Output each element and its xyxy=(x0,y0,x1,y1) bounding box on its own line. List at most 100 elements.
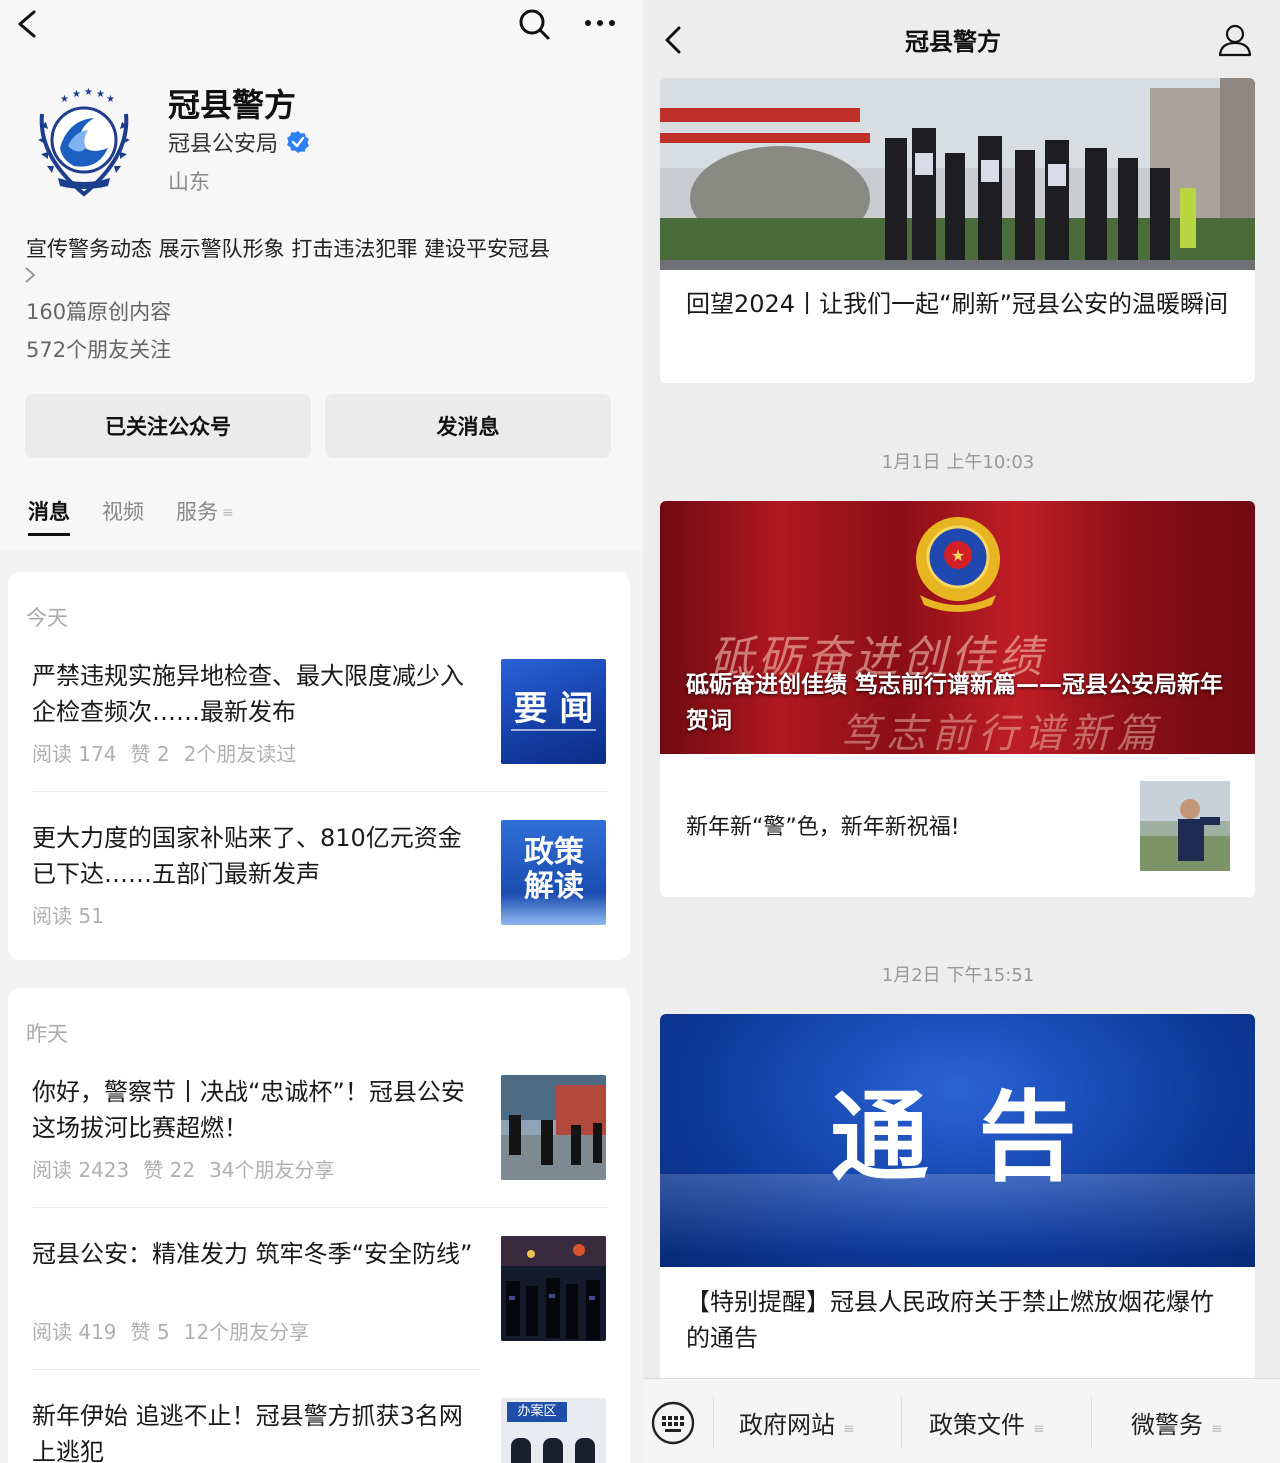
article-title: 严禁违规实施异地检查、最大限度减少入企检查频次……最新发布 xyxy=(32,662,464,726)
article-overlay-title: 砥砺奋进创佳绩 笃志前行谱新篇——冠县公安局新年贺词 xyxy=(686,672,1224,734)
account-owner-label: 冠县公安局 xyxy=(168,132,279,157)
article-title: 冠县公安：精准发力 筑牢冬季“安全防线” xyxy=(32,1240,473,1268)
article-divider xyxy=(32,791,608,792)
day-label-yesterday: 昨天 xyxy=(26,1022,68,1046)
sub-article-thumbnail xyxy=(1140,781,1230,871)
article-meta: 阅读 2423 赞 22 34个朋友分享 xyxy=(32,1154,349,1183)
article-title: 回望2024丨让我们一起“刷新”冠县公安的温暖瞬间 xyxy=(686,290,1228,318)
article-banner-image: 通 告 xyxy=(660,1014,1255,1267)
user-profile-icon[interactable] xyxy=(1217,22,1253,58)
article-title: 【特别提醒】冠县人民政府关于禁止燃放烟花爆竹的通告 xyxy=(686,1288,1214,1352)
account-menu-bar: 政府网站 ≡ 政策文件 ≡ 微警务 ≡ xyxy=(643,1378,1280,1463)
message-timestamp: 1月1日 上午10:03 xyxy=(881,452,1035,473)
tab-messages[interactable]: 消息 xyxy=(28,496,70,536)
tab-services[interactable]: 服务 ≡ xyxy=(176,496,234,536)
chevron-right-icon[interactable] xyxy=(22,264,38,286)
article-title: 更大力度的国家补贴来了、810亿元资金已下达……五部门最新发声 xyxy=(32,824,462,888)
account-owner[interactable]: 冠县公安局 xyxy=(168,126,310,158)
menu-label: 政府网站 xyxy=(739,1411,835,1439)
article-item[interactable]: 你好，警察节丨决战“忠诚杯”！冠县公安这场拔河比赛超燃！ 阅读 2423 赞 22… xyxy=(32,1074,608,1184)
thumbnail-text: 办案区 xyxy=(507,1402,567,1422)
menu-label: 微警务 xyxy=(1131,1411,1203,1439)
keyboard-icon[interactable] xyxy=(651,1401,695,1445)
send-message-button[interactable]: 发消息 xyxy=(325,394,611,458)
menu-lines-icon: ≡ xyxy=(1211,1421,1223,1437)
sub-article-title[interactable]: 新年新“警”色，新年新祝福! xyxy=(686,809,960,841)
police-emblem-icon: ★ xyxy=(916,517,1000,612)
menu-policy-documents[interactable]: 政策文件 ≡ xyxy=(929,1405,1045,1440)
like-count: 赞 22 xyxy=(143,1158,196,1182)
thumbnail-text: 政策解读 xyxy=(524,835,584,904)
article-thumbnail: 要 闻 xyxy=(501,659,606,764)
profile-nav-bar xyxy=(0,0,643,56)
friends-shared: 12个朋友分享 xyxy=(183,1320,310,1344)
menu-label: 政策文件 xyxy=(929,1411,1025,1439)
figure-shape xyxy=(511,1438,531,1463)
article-banner-image xyxy=(660,78,1255,270)
chat-title: 冠县警方 xyxy=(905,28,1001,56)
figure-shape xyxy=(575,1438,595,1463)
article-thumbnail xyxy=(501,1236,606,1341)
day-label-today: 今天 xyxy=(26,606,68,630)
friends-shared: 34个朋友分享 xyxy=(209,1158,335,1182)
svg-text:★: ★ xyxy=(96,89,105,100)
account-region: 山东 xyxy=(168,170,210,194)
yesterday-articles-card: 昨天 你好，警察节丨决战“忠诚杯”！冠县公安这场拔河比赛超燃！ 阅读 2423 赞… xyxy=(8,988,630,1463)
like-count: 赞 2 xyxy=(130,742,170,766)
friends-following-count[interactable]: 572个朋友关注 xyxy=(26,334,171,364)
svg-text:★: ★ xyxy=(72,89,81,100)
menu-divider xyxy=(713,1397,714,1449)
police-badge-logo: ★ ★ ★ ★ ★ xyxy=(38,87,130,197)
chat-panel: 冠县警方 回望2024丨让我们一起“刷新”冠县公安的温暖瞬间 1月1日 上午10… xyxy=(643,0,1280,1463)
svg-text:★: ★ xyxy=(951,546,965,565)
more-options-icon[interactable] xyxy=(580,8,620,38)
message-timestamp: 1月2日 下午15:51 xyxy=(881,965,1035,986)
svg-text:★: ★ xyxy=(84,87,93,98)
account-name: 冠县警方 xyxy=(168,86,297,124)
article-item[interactable]: 严禁违规实施异地检查、最大限度减少入企检查频次……最新发布 阅读 174 赞 2 2… xyxy=(32,658,608,768)
read-count: 阅读 174 xyxy=(32,742,117,766)
article-card[interactable]: ★ 砥砺奋进创佳绩 笃志前行谱新篇 砥砺奋进创佳绩 笃志前行谱新篇——冠县公安局… xyxy=(660,501,1255,897)
figure-shape xyxy=(543,1438,563,1463)
menu-lines-icon: ≡ xyxy=(1033,1421,1045,1437)
article-meta: 阅读 174 赞 2 2个朋友读过 xyxy=(32,738,310,767)
tab-messages-label: 消息 xyxy=(28,500,70,524)
friends-read: 2个朋友读过 xyxy=(183,742,297,766)
svg-text:★: ★ xyxy=(60,94,69,105)
article-meta: 阅读 419 赞 5 12个朋友分享 xyxy=(32,1316,323,1345)
thumbnail-underline xyxy=(511,729,596,731)
menu-gov-website[interactable]: 政府网站 ≡ xyxy=(739,1405,855,1440)
back-arrow-icon[interactable] xyxy=(12,6,42,42)
like-count: 赞 5 xyxy=(130,1320,170,1344)
menu-divider xyxy=(901,1397,902,1449)
article-item[interactable]: 更大力度的国家补贴来了、810亿元资金已下达……五部门最新发声 阅读 51 政策… xyxy=(32,820,608,930)
account-profile-panel: ★ ★ ★ ★ ★ 冠县警方 冠县公安局 山东 宣传警务动态 展示警队形象 打击违法犯罪… xyxy=(0,0,643,1463)
article-card[interactable]: 回望2024丨让我们一起“刷新”冠县公安的温暖瞬间 xyxy=(660,78,1255,383)
thumbnail-text: 要 闻 xyxy=(513,689,594,729)
menu-lines-icon: ≡ xyxy=(222,505,234,521)
menu-micro-police[interactable]: 微警务 ≡ xyxy=(1131,1405,1223,1440)
tab-services-label: 服务 xyxy=(176,500,218,524)
tab-videos-label: 视频 xyxy=(102,500,144,524)
account-description[interactable]: 宣传警务动态 展示警队形象 打击违法犯罪 建设平安冠县 xyxy=(26,234,626,264)
article-item[interactable]: 新年伊始 追逃不止！冠县警方抓获3名网上逃犯 办案区 xyxy=(32,1398,608,1463)
article-divider xyxy=(32,1369,480,1370)
article-title: 新年伊始 追逃不止！冠县警方抓获3名网上逃犯 xyxy=(32,1402,463,1463)
original-content-count[interactable]: 160篇原创内容 xyxy=(26,296,171,326)
article-thumbnail: 政策解读 xyxy=(501,820,606,925)
svg-text:★: ★ xyxy=(106,94,115,105)
article-item[interactable]: 冠县公安：精准发力 筑牢冬季“安全防线” 阅读 419 赞 5 12个朋友分享 xyxy=(32,1236,608,1346)
menu-lines-icon: ≡ xyxy=(843,1421,855,1437)
article-thumbnail xyxy=(501,1075,606,1180)
article-card[interactable]: 通 告 【特别提醒】冠县人民政府关于禁止燃放烟花爆竹的通告 xyxy=(660,1014,1255,1394)
article-meta: 阅读 51 xyxy=(32,900,118,929)
read-count: 阅读 419 xyxy=(32,1320,117,1344)
tab-videos[interactable]: 视频 xyxy=(102,496,144,536)
article-thumbnail: 办案区 xyxy=(501,1398,606,1463)
read-count: 阅读 51 xyxy=(32,904,104,928)
profile-tabs: 消息 视频 服务 ≡ xyxy=(28,496,234,536)
followed-account-button[interactable]: 已关注公众号 xyxy=(25,394,311,458)
read-count: 阅读 2423 xyxy=(32,1158,130,1182)
verified-badge-icon xyxy=(287,131,310,153)
search-icon[interactable] xyxy=(514,6,554,42)
